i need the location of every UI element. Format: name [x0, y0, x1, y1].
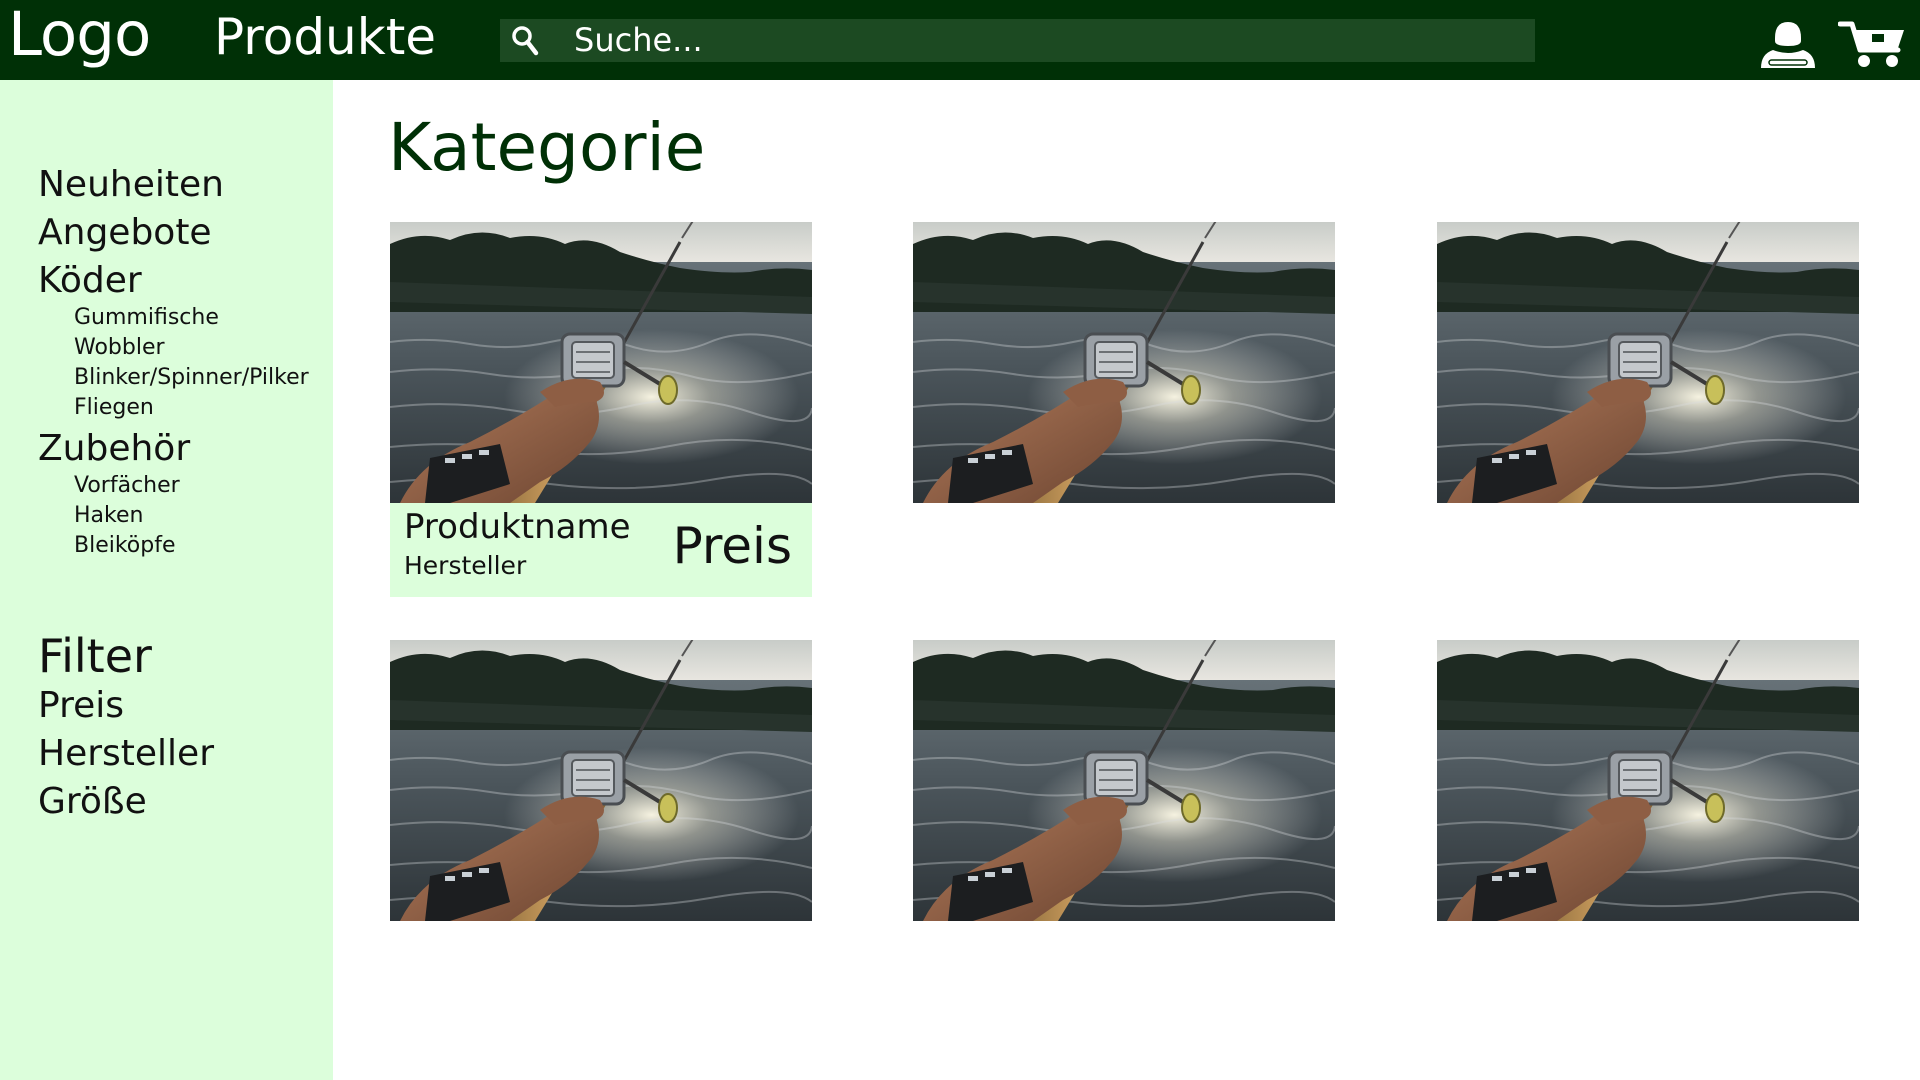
sidebar-item-neuheiten[interactable]: Neuheiten	[38, 165, 224, 205]
product-image[interactable]	[1437, 222, 1859, 503]
logo[interactable]: Logo	[8, 2, 151, 68]
sidebar: Neuheiten Angebote Köder Gummifische Wob…	[0, 80, 333, 1080]
sidebar-subitem-fliegen[interactable]: Fliegen	[74, 395, 154, 421]
product-card[interactable]	[913, 222, 1335, 503]
product-image[interactable]	[913, 640, 1335, 921]
product-image[interactable]	[1437, 640, 1859, 921]
sidebar-subitem-haken[interactable]: Haken	[74, 503, 143, 529]
sidebar-item-angebote[interactable]: Angebote	[38, 213, 212, 253]
sidebar-item-zubehoer[interactable]: Zubehör	[38, 429, 190, 469]
product-card[interactable]	[1437, 222, 1859, 503]
filter-item-hersteller[interactable]: Hersteller	[38, 734, 214, 774]
filter-heading: Filter	[38, 629, 152, 683]
search-bar[interactable]	[500, 19, 1535, 62]
search-icon[interactable]	[508, 23, 544, 59]
sidebar-subitem-wobbler[interactable]: Wobbler	[74, 335, 165, 361]
page-title: Kategorie	[388, 109, 706, 186]
product-price: Preis	[672, 517, 792, 575]
product-card[interactable]	[390, 640, 812, 921]
product-image[interactable]	[913, 222, 1335, 503]
product-card[interactable]	[1437, 640, 1859, 921]
product-manufacturer: Hersteller	[404, 551, 527, 580]
product-name[interactable]: Produktname	[404, 507, 631, 547]
product-info: Produktname Hersteller Preis	[390, 503, 812, 597]
user-icon[interactable]	[1757, 16, 1819, 72]
filter-item-preis[interactable]: Preis	[38, 686, 124, 726]
sidebar-subitem-vorfaecher[interactable]: Vorfächer	[74, 473, 180, 499]
product-card[interactable]: Produktname Hersteller Preis	[390, 222, 812, 597]
product-image[interactable]	[390, 640, 812, 921]
cart-icon[interactable]	[1838, 18, 1908, 70]
top-navigation-bar: Logo Produkte	[0, 0, 1920, 80]
sidebar-item-koeder[interactable]: Köder	[38, 261, 142, 301]
nav-link-produkte[interactable]: Produkte	[214, 9, 436, 65]
sidebar-subitem-blinker-spinner-pilker[interactable]: Blinker/Spinner/Pilker	[74, 365, 309, 391]
sidebar-subitem-bleikoepfe[interactable]: Bleiköpfe	[74, 533, 176, 559]
product-card[interactable]	[913, 640, 1335, 921]
sidebar-subitem-gummifische[interactable]: Gummifische	[74, 305, 219, 331]
search-input[interactable]	[574, 19, 1514, 62]
product-image[interactable]	[390, 222, 812, 503]
filter-item-groesse[interactable]: Größe	[38, 782, 147, 822]
